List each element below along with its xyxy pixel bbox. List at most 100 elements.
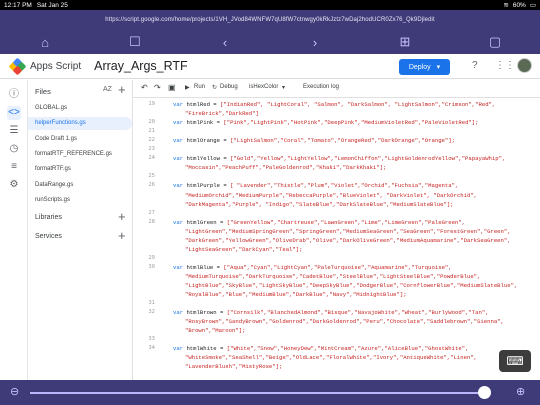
line-number: 21: [148, 128, 155, 135]
line-number: 23: [148, 146, 155, 153]
file-item[interactable]: formatRTF.gs: [28, 163, 132, 176]
avatar[interactable]: [517, 58, 532, 73]
help-icon[interactable]: ?: [472, 60, 478, 71]
debug-icon-small[interactable]: ↻: [212, 84, 217, 91]
line-number: 29: [148, 254, 155, 261]
line-number: 34: [148, 345, 155, 352]
keyboard-icon[interactable]: ⌨: [499, 350, 531, 372]
code-line: var htmlPink = ["Pink","LightPink","HotP…: [173, 119, 479, 127]
undo-icon[interactable]: ↶: [141, 83, 148, 92]
code-line: "DarkMagenta","Purple", "Indigo","SlateB…: [185, 200, 454, 208]
editor-toolbar: ↶ ↷ ▣ ▶ Run ↻ Debug isHexColor ▾ Executi…: [133, 80, 540, 98]
zoom-bar: ⊖ ⊕: [0, 380, 540, 405]
settings-icon[interactable]: ⚙: [7, 178, 21, 192]
apps-grid-icon[interactable]: ⋮⋮: [495, 60, 515, 71]
chevron-down-icon[interactable]: ▾: [282, 84, 285, 91]
wifi-icon: ≋: [503, 2, 509, 9]
apps-script-logo-icon: [8, 57, 27, 75]
code-line: var htmlPurple = [ "Lavender","Thistle",…: [173, 182, 459, 190]
triggers-icon[interactable]: ◷: [7, 142, 21, 156]
line-number: 28: [148, 218, 155, 225]
code-line: var htmlWhite = ["White","Snow","HoneyDe…: [173, 345, 469, 353]
code-line: var htmlYellow = ["Gold","Yellow","Light…: [173, 155, 506, 163]
file-item[interactable]: DataRange.gs: [28, 179, 132, 192]
app-header: Apps Script Array_Args_RTF Deploy ▾ ? ⋮⋮: [0, 54, 540, 79]
app-name: Apps Script: [30, 60, 82, 72]
code-editor[interactable]: var htmlRed = ["IndianRed", "LightCoral"…: [173, 98, 535, 380]
debug-button[interactable]: Debug: [220, 84, 238, 90]
code-line: "WhiteSmoke","SeaShell","Beige","OldLace…: [185, 354, 478, 362]
file-item[interactable]: runScripts.gs: [28, 194, 132, 207]
execution-log-button[interactable]: Execution log: [303, 84, 339, 90]
zoom-slider-thumb[interactable]: [478, 386, 491, 399]
code-line: "FireBrick","DarkRed"]: [185, 110, 259, 118]
code-line: var htmlBlue = ["Aqua","Cyan","LightCyan…: [173, 263, 452, 271]
file-item[interactable]: Code Draft 1.gs: [28, 133, 132, 146]
file-item[interactable]: GLOBAL.gs: [28, 102, 132, 115]
line-number: 33: [148, 336, 155, 343]
zoom-slider-track[interactable]: [30, 392, 490, 394]
code-line: "LightBlue","SkyBlue","LightSkyBlue","De…: [185, 282, 518, 289]
zoom-in-icon[interactable]: ⊕: [516, 385, 525, 398]
battery-icon: ▭: [529, 2, 536, 9]
services-heading: Services: [35, 233, 62, 240]
home-icon[interactable]: ⌂: [35, 35, 55, 50]
code-line: "LightSeaGreen","DarkCyan","Teal"];: [185, 245, 303, 253]
add-file-button[interactable]: +: [118, 82, 126, 97]
file-item[interactable]: formatRTF_REFERENCE.gs: [28, 148, 132, 161]
deploy-label: Deploy: [408, 63, 431, 71]
bookmark-icon[interactable]: ⊞: [395, 34, 415, 50]
book-icon[interactable]: ☐: [125, 34, 145, 50]
deploy-button[interactable]: Deploy ▾: [399, 59, 450, 75]
url-text[interactable]: https://script.google.com/home/projects/…: [105, 17, 434, 23]
files-heading: Files: [35, 87, 51, 96]
code-line: "DarkGreen","YellowGreen","OliveDrab","O…: [185, 236, 511, 244]
zoom-out-icon[interactable]: ⊖: [10, 385, 19, 398]
line-number: 31: [148, 300, 155, 307]
code-line: "MediumTurquoise","DarkTurquoise","Cadet…: [185, 272, 481, 280]
add-service-button[interactable]: +: [118, 228, 126, 243]
code-line: var htmlRed = ["IndianRed", "LightCoral"…: [173, 101, 496, 108]
line-number-gutter: 19 20 21 22 23 24 25 26 27 28 29 30 31 32 33 34: [133, 98, 165, 380]
line-number: 22: [148, 137, 155, 144]
file-item-selected[interactable]: helperFunctions.gs: [28, 117, 132, 130]
code-line: "LavenderBlush","MistyRose"];: [185, 363, 283, 371]
forward-icon[interactable]: ›: [305, 35, 325, 50]
back-icon[interactable]: ‹: [215, 35, 235, 50]
line-number: 25: [148, 173, 155, 180]
line-number: 20: [148, 119, 155, 126]
run-icon[interactable]: ▶: [185, 84, 190, 91]
battery-percent: 60%: [512, 1, 526, 9]
overview-icon[interactable]: ⓘ: [7, 88, 21, 102]
code-line: "RosyBrown","SandyBrown","Goldenrod","Da…: [185, 318, 504, 326]
status-date: Sat Jan 25: [36, 1, 68, 9]
debug-icon[interactable]: ☰: [7, 124, 21, 138]
editor-icon[interactable]: <>: [7, 106, 21, 120]
browser-toolbar: ⌂ ☐ ‹ › ⊞ ▢: [0, 30, 540, 54]
code-line: "Moccasin","PeachPuff","PaleGoldenrod","…: [185, 164, 387, 172]
redo-icon[interactable]: ↷: [154, 83, 161, 92]
function-select[interactable]: isHexColor: [249, 84, 278, 90]
status-time: 12:17 PM: [4, 1, 32, 9]
line-number: 26: [148, 182, 155, 189]
sort-files-button[interactable]: AZ: [103, 86, 112, 93]
project-title[interactable]: Array_Args_RTF: [94, 59, 188, 73]
code-line: "LightGreen","MediumSpringGreen","Spring…: [185, 227, 511, 235]
code-line: var htmlGreen = ["GreenYellow","Chartreu…: [173, 218, 466, 226]
address-bar[interactable]: https://script.google.com/home/projects/…: [0, 10, 540, 30]
line-number: 19: [148, 101, 155, 107]
libraries-heading: Libraries: [35, 214, 62, 221]
code-line: "RoyalBlue","Blue","MediumBlue","DarkBlu…: [185, 291, 407, 299]
chevron-down-icon: ▾: [436, 64, 441, 71]
line-number: 30: [148, 263, 155, 270]
files-panel: Files AZ + GLOBAL.gs helperFunctions.gs …: [28, 80, 133, 380]
executions-icon[interactable]: ≡: [7, 160, 21, 174]
add-library-button[interactable]: +: [118, 209, 126, 224]
code-line: var htmlBrown = ["Cornsilk","BlanchedAlm…: [173, 309, 489, 317]
code-line: "Brown","Maroon"];: [185, 327, 246, 335]
run-button[interactable]: Run: [194, 84, 205, 90]
code-line: "MediumOrchid","MediumPurple","RebeccaPu…: [185, 191, 478, 199]
line-number: 32: [148, 309, 155, 316]
save-icon[interactable]: ▣: [168, 83, 176, 92]
tabs-icon[interactable]: ▢: [485, 34, 505, 50]
